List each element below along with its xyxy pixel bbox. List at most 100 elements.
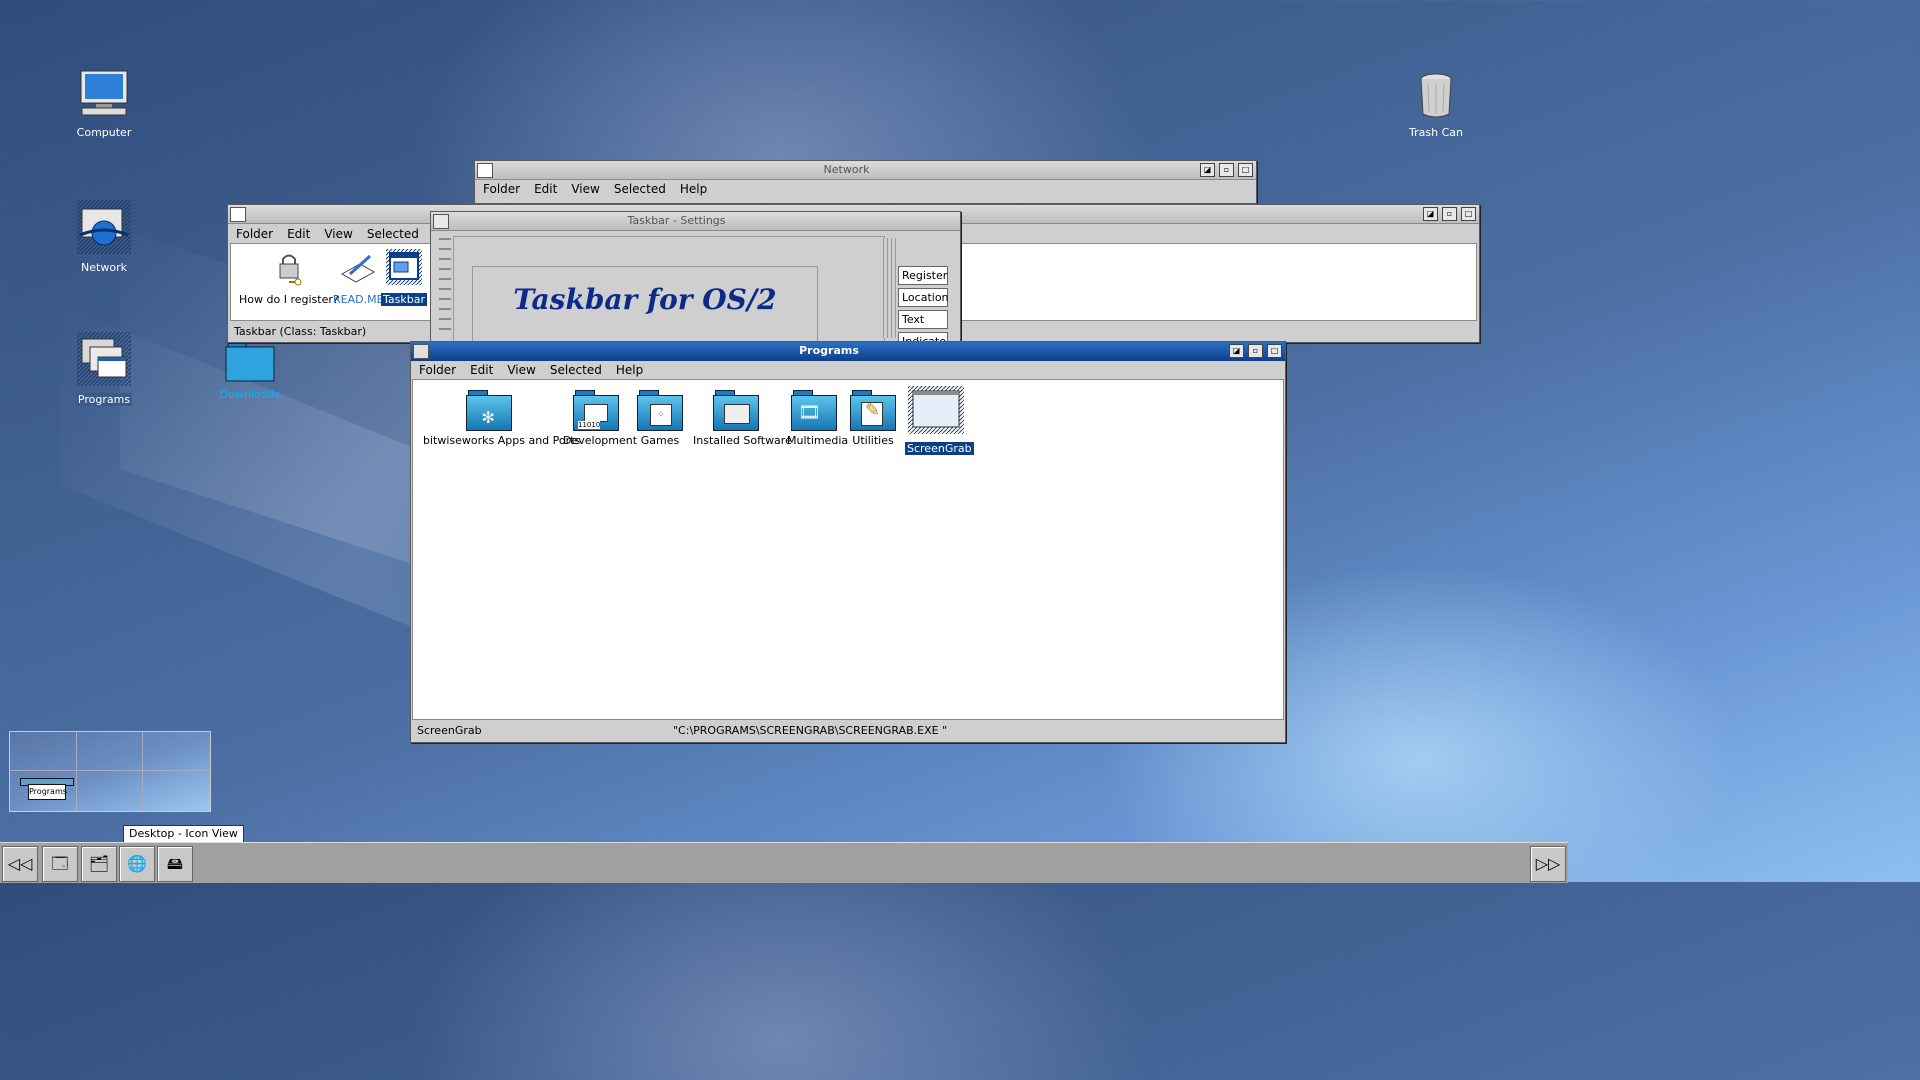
notebook-page: Taskbar for OS/2 [453, 236, 885, 348]
menu-view[interactable]: View [507, 363, 535, 377]
scroll-right-icon[interactable]: ▷▷ [1530, 846, 1566, 882]
network-icon[interactable]: 🌐 [119, 846, 155, 882]
menu-bar: Folder Edit View Selected Help [475, 180, 1256, 198]
item-label: Games [640, 434, 680, 447]
menu-help[interactable]: Help [616, 363, 643, 377]
virtual-desktop-pager[interactable]: Programs [9, 731, 211, 812]
folder-item-games[interactable]: ⁘ Games [633, 390, 687, 447]
desktop-icon-computer[interactable]: Computer [59, 68, 149, 139]
trash-can-icon [1420, 73, 1452, 118]
menu-edit[interactable]: Edit [534, 182, 557, 196]
item-label: Taskbar [381, 293, 427, 306]
folder-dice-icon: ⁘ [637, 390, 683, 431]
item-label: bitwiseworks Apps and Ports [423, 434, 581, 447]
drive-icon[interactable]: 🖴 [157, 846, 193, 882]
desktop-icon-programs[interactable]: Programs [59, 331, 149, 406]
menu-view[interactable]: View [571, 182, 599, 196]
network-window-titlebar[interactable]: Network ◪ ▫ □ [475, 161, 1256, 180]
status-selected-name: ScreenGrab [417, 724, 482, 737]
system-menu-icon[interactable] [477, 163, 493, 178]
desktop-icon-label: Downloads [219, 388, 281, 401]
folder-item-bitwiseworks[interactable]: ✻ bitwiseworks Apps and Ports [421, 390, 580, 447]
status-bar: ScreenGrab "C:\PROGRAMS\SCREENGRAB\SCREE… [411, 720, 1285, 742]
hide-button-icon[interactable]: ◪ [1423, 207, 1438, 221]
taskbar-settings-window[interactable]: Taskbar - Settings Taskbar for OS/2 Regi… [430, 211, 961, 348]
item-label: Multimedia [787, 434, 849, 447]
tab-register[interactable]: Register [898, 266, 948, 285]
scroll-left-icon[interactable]: ◁◁ [2, 846, 38, 882]
folder-item-development[interactable]: 11010 Development [561, 390, 637, 447]
item-label: How do I register? [239, 293, 339, 306]
desktop-icon-label: Network [81, 261, 127, 274]
menu-folder[interactable]: Folder [483, 182, 520, 196]
folders-icon[interactable]: 🗂 [81, 846, 117, 882]
lock-key-icon [279, 254, 302, 286]
menu-edit[interactable]: Edit [287, 227, 310, 241]
menu-selected[interactable]: Selected [367, 227, 419, 241]
desktop-icon-trash[interactable]: Trash Can [1391, 72, 1481, 139]
window-title: Network [823, 163, 870, 176]
taskbar: ◁◁ 🗔 🗂 🌐 🖴 ▷▷ [0, 842, 1568, 883]
notepad-pen-icon [341, 254, 376, 283]
banner-title: Taskbar for OS/2 [513, 283, 777, 316]
pager-window[interactable]: Programs [28, 784, 67, 800]
tab-text[interactable]: Text [898, 310, 948, 329]
menu-view[interactable]: View [324, 227, 352, 241]
system-menu-icon[interactable] [413, 344, 429, 359]
hide-button-icon[interactable]: ◪ [1229, 344, 1244, 358]
restore-button-icon[interactable]: ▫ [1219, 163, 1234, 177]
maximize-button-icon[interactable]: □ [1238, 163, 1253, 177]
restore-button-icon[interactable]: ▫ [1442, 207, 1457, 221]
hide-button-icon[interactable]: ◪ [1200, 163, 1215, 177]
window-title: Programs [799, 344, 859, 357]
folder-item-register[interactable]: How do I register? [237, 252, 341, 306]
folder-item-screengrab[interactable]: ScreenGrab [905, 385, 974, 455]
banner-panel: Taskbar for OS/2 [472, 266, 818, 348]
folder-installed-software-icon [713, 390, 759, 431]
folder-item-utilities[interactable]: ✎ Utilities [847, 390, 899, 447]
tab-location[interactable]: Location [898, 288, 949, 307]
programs-icon [77, 332, 131, 386]
menu-folder[interactable]: Folder [419, 363, 456, 377]
programs-contents: ✻ bitwiseworks Apps and Ports 11010 Deve… [412, 379, 1284, 720]
folder-item-multimedia[interactable]: 🎞 Multimedia [785, 390, 848, 447]
desktop-icon-downloads[interactable]: Downloads [205, 342, 295, 401]
screengrab-app-icon [908, 386, 964, 434]
item-label: Utilities [852, 434, 894, 447]
programs-icon[interactable]: 🗔 [42, 846, 78, 882]
item-label: READ.ME [333, 293, 384, 306]
status-text: Taskbar (Class: Taskbar) [234, 325, 367, 338]
network-globe-icon [77, 200, 131, 254]
programs-window-titlebar[interactable]: Programs ◪ ▫ □ [411, 342, 1285, 362]
taskbar-app-icon [386, 249, 422, 285]
system-menu-icon[interactable] [230, 207, 246, 222]
status-path: "C:\PROGRAMS\SCREENGRAB\SCREENGRAB.EXE " [673, 724, 948, 737]
folder-item-taskbar[interactable]: Taskbar [381, 248, 427, 306]
menu-edit[interactable]: Edit [470, 363, 493, 377]
computer-icon [80, 70, 128, 116]
folder-item-readme[interactable]: READ.ME [331, 252, 386, 306]
folder-item-installed-software[interactable]: Installed Software [691, 390, 792, 447]
menu-selected[interactable]: Selected [614, 182, 666, 196]
menu-selected[interactable]: Selected [550, 363, 602, 377]
system-menu-icon[interactable] [433, 214, 449, 229]
desktop-icon-network[interactable]: Network [59, 199, 149, 274]
desktop-icon-label: Trash Can [1409, 126, 1463, 139]
menu-bar: Folder Edit View Selected Help [411, 361, 1285, 379]
folder-icon [225, 342, 275, 382]
menu-folder[interactable]: Folder [236, 227, 273, 241]
item-label: Installed Software [693, 434, 792, 447]
maximize-button-icon[interactable]: □ [1461, 207, 1476, 221]
desktop-icon-label: Computer [76, 126, 132, 139]
network-window[interactable]: Network ◪ ▫ □ Folder Edit View Selected Help [474, 160, 1257, 204]
maximize-button-icon[interactable]: □ [1267, 344, 1282, 358]
item-label: Development [563, 434, 638, 447]
settings-window-titlebar[interactable]: Taskbar - Settings [431, 212, 960, 231]
restore-button-icon[interactable]: ▫ [1248, 344, 1263, 358]
folder-development-icon: 11010 [573, 390, 619, 431]
programs-window[interactable]: Programs ◪ ▫ □ Folder Edit View Selected Hel… [410, 341, 1286, 743]
folder-gear-icon: ✻ [465, 390, 512, 431]
menu-help[interactable]: Help [680, 182, 707, 196]
desktop-icon-label: Programs [75, 393, 133, 406]
folder-multimedia-icon: 🎞 [791, 390, 837, 431]
